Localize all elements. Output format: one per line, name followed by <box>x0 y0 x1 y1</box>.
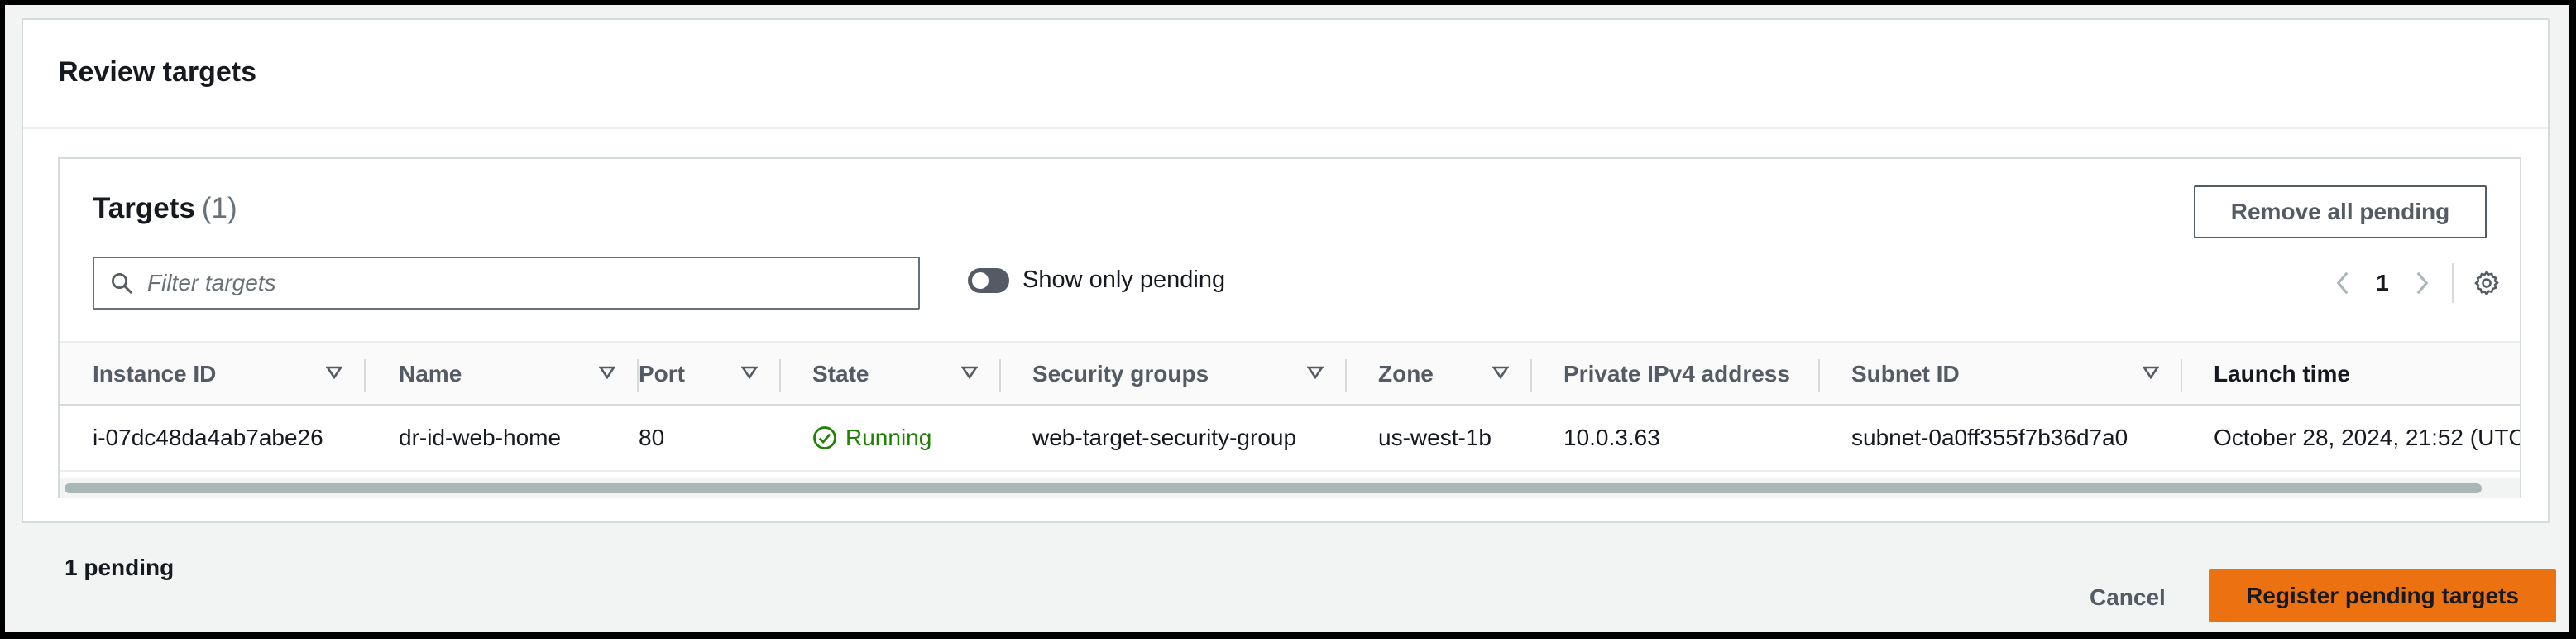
toggle-label: Show only pending <box>1022 267 1226 293</box>
cancel-button[interactable]: Cancel <box>2090 584 2166 611</box>
column-divider <box>2181 359 2182 392</box>
next-page-button[interactable] <box>2406 267 2439 300</box>
panel-header: Review targets <box>23 20 2548 129</box>
toggle-switch[interactable] <box>968 267 1009 293</box>
column-header-instance-id[interactable]: Instance ID <box>93 343 364 406</box>
cell-security-groups: web-target-security-group <box>1032 425 1297 450</box>
pagination: 1 <box>2326 258 2503 308</box>
cell-subnet-id: subnet-0a0ff355f7b36d7a0 <box>1851 425 2128 450</box>
cell-instance-id: i-07dc48da4ab7abe26 <box>93 425 323 450</box>
previous-page-button[interactable] <box>2326 267 2359 300</box>
page-frame: Review targets Targets (1) Remove all pen… <box>5 5 2569 632</box>
filter-targets-input[interactable] <box>146 269 877 297</box>
column-divider <box>779 359 781 392</box>
sort-caret-icon <box>599 366 615 379</box>
column-header-name[interactable]: Name <box>399 343 637 406</box>
filter-targets-search[interactable] <box>93 257 920 310</box>
register-pending-targets-button[interactable]: Register pending targets <box>2209 569 2556 622</box>
column-divider <box>999 359 1001 392</box>
column-divider <box>1530 359 1532 392</box>
column-divider <box>364 359 366 392</box>
chevron-left-icon <box>2336 271 2349 295</box>
preferences-button[interactable] <box>2470 267 2503 300</box>
horizontal-scrollbar[interactable] <box>60 478 2520 498</box>
cell-zone: us-west-1b <box>1378 425 1491 450</box>
cell-launch-time: October 28, 2024, 21:52 (UTC+09:00) <box>2214 425 2520 450</box>
cell-private-ipv4: 10.0.3.63 <box>1563 425 1660 450</box>
column-divider <box>1345 359 1347 392</box>
column-header-zone[interactable]: Zone <box>1378 343 1530 406</box>
sort-caret-icon <box>1492 366 1509 379</box>
gear-icon <box>2474 271 2499 295</box>
scrollbar-thumb[interactable] <box>65 483 2482 493</box>
sort-caret-icon <box>741 366 758 379</box>
sort-caret-icon <box>961 366 978 379</box>
column-divider <box>1818 359 1820 392</box>
targets-heading: Targets (1) <box>93 192 237 225</box>
table-row[interactable]: i-07dc48da4ab7abe26 dr-id-web-home 80 Ru… <box>60 406 2520 472</box>
column-header-subnet-id[interactable]: Subnet ID <box>1851 343 2181 406</box>
remove-all-pending-button[interactable]: Remove all pending <box>2194 185 2487 238</box>
column-header-launch-time[interactable]: Launch time <box>2214 343 2520 406</box>
chevron-right-icon <box>2416 271 2429 295</box>
column-header-state[interactable]: State <box>812 343 999 406</box>
table-header: Instance ID Name Port State Security gro… <box>60 341 2520 406</box>
review-targets-panel: Review targets Targets (1) Remove all pen… <box>22 18 2550 523</box>
targets-count: (1) <box>201 192 237 224</box>
state-label: Running <box>845 425 932 450</box>
status-ok-icon <box>813 426 836 449</box>
panel-title: Review targets <box>58 56 256 88</box>
sort-caret-icon <box>2143 366 2159 379</box>
column-header-security-groups[interactable]: Security groups <box>1032 343 1345 406</box>
pager-divider <box>2452 263 2454 303</box>
sort-caret-icon <box>1307 366 1324 379</box>
show-only-pending-toggle[interactable]: Show only pending <box>968 267 1225 294</box>
page-number[interactable]: 1 <box>2359 270 2406 296</box>
column-header-private-ipv4[interactable]: Private IPv4 address <box>1563 343 1818 406</box>
cell-port: 80 <box>639 425 665 450</box>
cell-state: Running <box>812 406 931 470</box>
targets-title: Targets <box>93 192 195 224</box>
targets-card: Targets(1) Remove all pending Show only … <box>58 157 2521 498</box>
column-header-port[interactable]: Port <box>639 343 779 406</box>
pending-count: 1 pending <box>65 555 175 580</box>
targets-table: Instance ID Name Port State Security gro… <box>60 341 2520 498</box>
search-icon <box>112 273 132 294</box>
sort-caret-icon <box>326 366 342 379</box>
cell-name: dr-id-web-home <box>399 425 562 450</box>
